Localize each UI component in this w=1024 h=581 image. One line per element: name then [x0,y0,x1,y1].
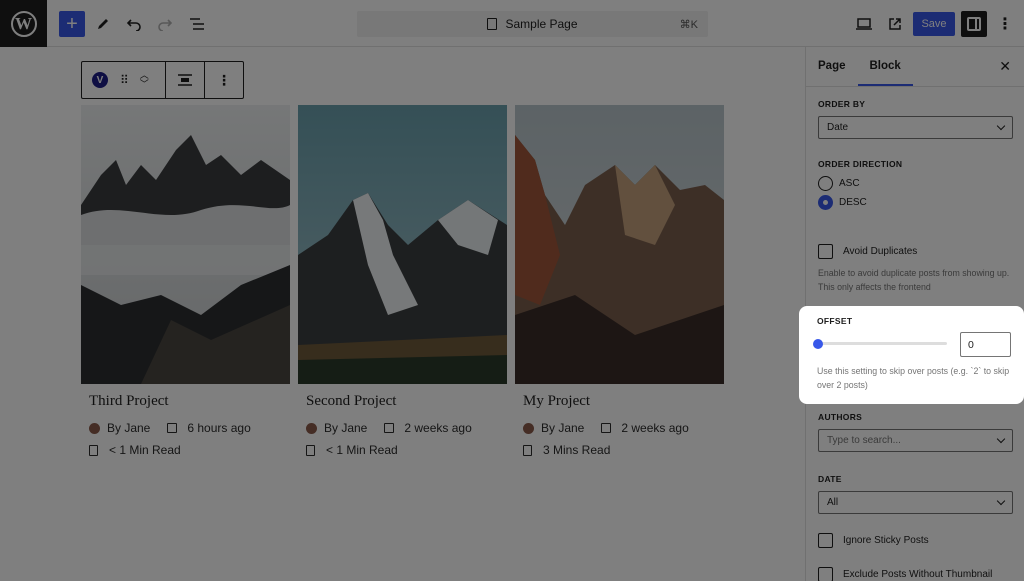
close-icon[interactable]: ✕ [999,58,1011,75]
command-bar-title: Sample Page [505,17,578,31]
order-by-value: Date [827,122,849,133]
chevron-down-icon [996,434,1006,444]
document-overview-icon[interactable] [184,11,210,37]
book-icon [306,444,315,456]
offset-panel: OFFSET 0 Use this setting to skip over p… [799,306,1024,404]
redo-icon[interactable] [152,11,178,37]
offset-slider-track[interactable] [817,342,947,345]
radio-button-selected[interactable] [818,195,833,210]
sidebar-icon [967,17,981,31]
chevron-down-icon [996,496,1006,506]
device-preview-icon[interactable] [851,11,877,37]
pencil-tool-icon[interactable] [90,11,116,37]
post-title[interactable]: Second Project [306,393,507,410]
editor-canvas[interactable]: V ⠿ ︿ ﹀ ⋮ Third Project By Jane 6 hours … [0,47,805,581]
drag-handle-icon[interactable]: ⠿ [120,73,129,87]
exclude-no-thumbnail-row[interactable]: Exclude Posts Without Thumbnail [818,567,992,581]
radio-desc[interactable]: DESC [818,195,867,210]
wordpress-logo[interactable]: W [0,0,47,47]
post-meta-author-date: By Jane 2 weeks ago [306,421,507,435]
tab-block[interactable]: Block [857,47,913,86]
book-icon [89,444,98,456]
post-title[interactable]: Third Project [89,393,290,410]
offset-help: Use this setting to skip over posts (e.g… [817,366,1010,390]
authors-label: AUTHORS [818,412,863,422]
offset-label: OFFSET [817,316,853,326]
post-read-time: < 1 Min Read [109,443,181,457]
exclude-no-thumbnail-label: Exclude Posts Without Thumbnail [843,569,993,580]
date-value: All [827,497,839,508]
post-meta-author-date: By Jane 2 weeks ago [523,421,724,435]
editor-top-bar: W + Sample Page ⌘K Save ⋮ [0,0,1024,47]
offset-number-input[interactable]: 0 [960,332,1011,357]
radio-button[interactable] [818,176,833,191]
avatar [523,422,534,434]
post-read-time: 3 Mins Read [543,443,611,457]
post-date: 2 weeks ago [621,421,689,435]
post-thumbnail[interactable] [515,105,724,384]
order-by-select[interactable]: Date [818,116,1013,139]
post-meta-read: 3 Mins Read [523,443,724,457]
order-direction-label: ORDER DIRECTION [818,159,903,169]
authors-placeholder: Type to search... [827,435,901,446]
radio-asc[interactable]: ASC [818,176,860,191]
undo-icon[interactable] [121,11,147,37]
order-by-label: ORDER BY [818,99,866,109]
post-card[interactable]: My Project By Jane 2 weeks ago 3 Mins Re… [515,105,724,457]
avoid-duplicates-checkbox[interactable] [818,244,833,259]
post-card[interactable]: Second Project By Jane 2 weeks ago < 1 M… [298,105,507,457]
post-meta-author-date: By Jane 6 hours ago [89,421,290,435]
wordpress-w-icon: W [10,10,37,37]
options-menu-icon[interactable]: ⋮ [992,11,1018,37]
book-icon [523,444,532,456]
move-up-down-icon[interactable]: ︿ ﹀ [140,71,149,89]
align-icon[interactable] [166,62,205,98]
post-date: 2 weeks ago [404,421,472,435]
avatar [306,422,317,434]
post-card[interactable]: Third Project By Jane 6 hours ago < 1 Mi… [81,105,290,457]
post-thumbnail[interactable] [298,105,507,384]
command-palette-bar[interactable]: Sample Page ⌘K [357,11,708,37]
post-title[interactable]: My Project [523,393,724,410]
post-author: By Jane [324,421,368,435]
settings-sidebar-toggle[interactable] [961,11,987,37]
radio-desc-label: DESC [839,197,867,208]
calendar-icon [384,423,395,433]
avoid-duplicates-help: Enable to avoid duplicate posts from sho… [818,268,1010,292]
post-thumbnail[interactable] [81,105,290,384]
chevron-down-icon [996,121,1006,131]
post-author: By Jane [541,421,585,435]
save-button[interactable]: Save [913,12,955,36]
view-external-icon[interactable] [882,11,908,37]
calendar-icon [167,423,178,433]
calendar-icon [601,423,612,433]
avoid-duplicates-checkbox-row[interactable]: Avoid Duplicates [818,244,917,259]
block-type-badge[interactable]: V [92,72,108,88]
date-label: DATE [818,474,842,484]
post-author: By Jane [107,421,151,435]
ignore-sticky-row[interactable]: Ignore Sticky Posts [818,533,929,548]
ignore-sticky-label: Ignore Sticky Posts [843,535,929,546]
sidebar-tabs: Page Block ✕ [806,47,1024,87]
post-meta-read: < 1 Min Read [306,443,507,457]
avatar [89,422,100,434]
ignore-sticky-checkbox[interactable] [818,533,833,548]
command-shortcut: ⌘K [679,18,698,31]
page-icon [487,18,498,30]
date-select[interactable]: All [818,491,1013,514]
exclude-no-thumbnail-checkbox[interactable] [818,567,833,581]
post-meta-read: < 1 Min Read [89,443,290,457]
authors-search-select[interactable]: Type to search... [818,429,1013,452]
block-options-icon[interactable]: ⋮ [205,62,243,98]
offset-slider-handle[interactable] [813,339,823,349]
post-read-time: < 1 Min Read [326,443,398,457]
add-block-button[interactable]: + [59,11,85,37]
tab-page[interactable]: Page [806,47,858,86]
radio-asc-label: ASC [839,178,860,189]
post-date: 6 hours ago [187,421,251,435]
block-mover-group: V ⠿ ︿ ﹀ [82,62,166,98]
block-toolbar: V ⠿ ︿ ﹀ ⋮ [81,61,244,99]
avoid-duplicates-label: Avoid Duplicates [843,246,918,257]
post-grid: Third Project By Jane 6 hours ago < 1 Mi… [81,105,724,457]
